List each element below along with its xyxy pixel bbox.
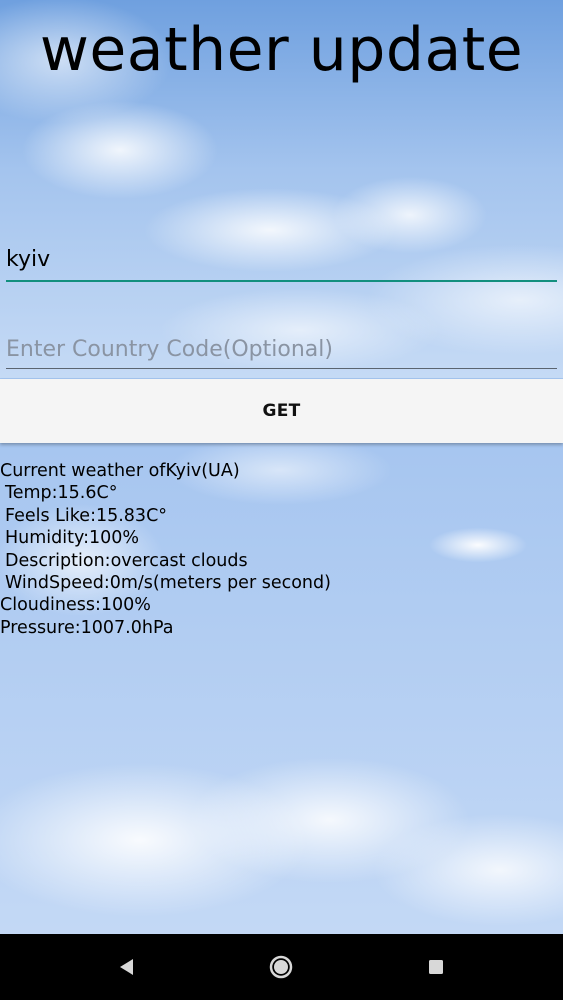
system-navigation-bar bbox=[0, 934, 563, 1000]
temp-text: Temp:15.6C° bbox=[5, 483, 118, 504]
country-code-input[interactable] bbox=[6, 330, 557, 368]
humidity-text: Humidity:100% bbox=[5, 528, 140, 549]
wind-speed-text: WindSpeed:0m/s(meters per second) bbox=[5, 573, 331, 594]
city-field[interactable] bbox=[6, 238, 557, 282]
nav-recents-button[interactable] bbox=[396, 934, 476, 1000]
description-text: Description:overcast clouds bbox=[5, 550, 248, 571]
country-code-field[interactable] bbox=[6, 330, 557, 369]
pressure-text: Pressure:1007.0hPa bbox=[0, 617, 174, 638]
nav-back-button[interactable] bbox=[86, 934, 166, 1000]
square-recents-icon bbox=[429, 960, 443, 974]
get-button[interactable]: GET bbox=[0, 379, 563, 443]
circle-home-icon bbox=[269, 955, 293, 979]
triangle-back-icon bbox=[120, 959, 133, 975]
weather-header: Current weather ofKyiv(UA) bbox=[0, 461, 240, 481]
city-input[interactable] bbox=[6, 238, 557, 280]
app-screen: weather update GET Current weather ofKyi… bbox=[0, 0, 563, 1000]
nav-home-button[interactable] bbox=[241, 934, 321, 1000]
cloudiness-text: Cloudiness:100% bbox=[0, 595, 151, 616]
feels-like-text: Feels Like:15.83C° bbox=[5, 505, 168, 526]
app-title: weather update bbox=[39, 15, 524, 85]
weather-result: Current weather ofKyiv(UA) Temp:15.6C° F… bbox=[0, 460, 560, 639]
